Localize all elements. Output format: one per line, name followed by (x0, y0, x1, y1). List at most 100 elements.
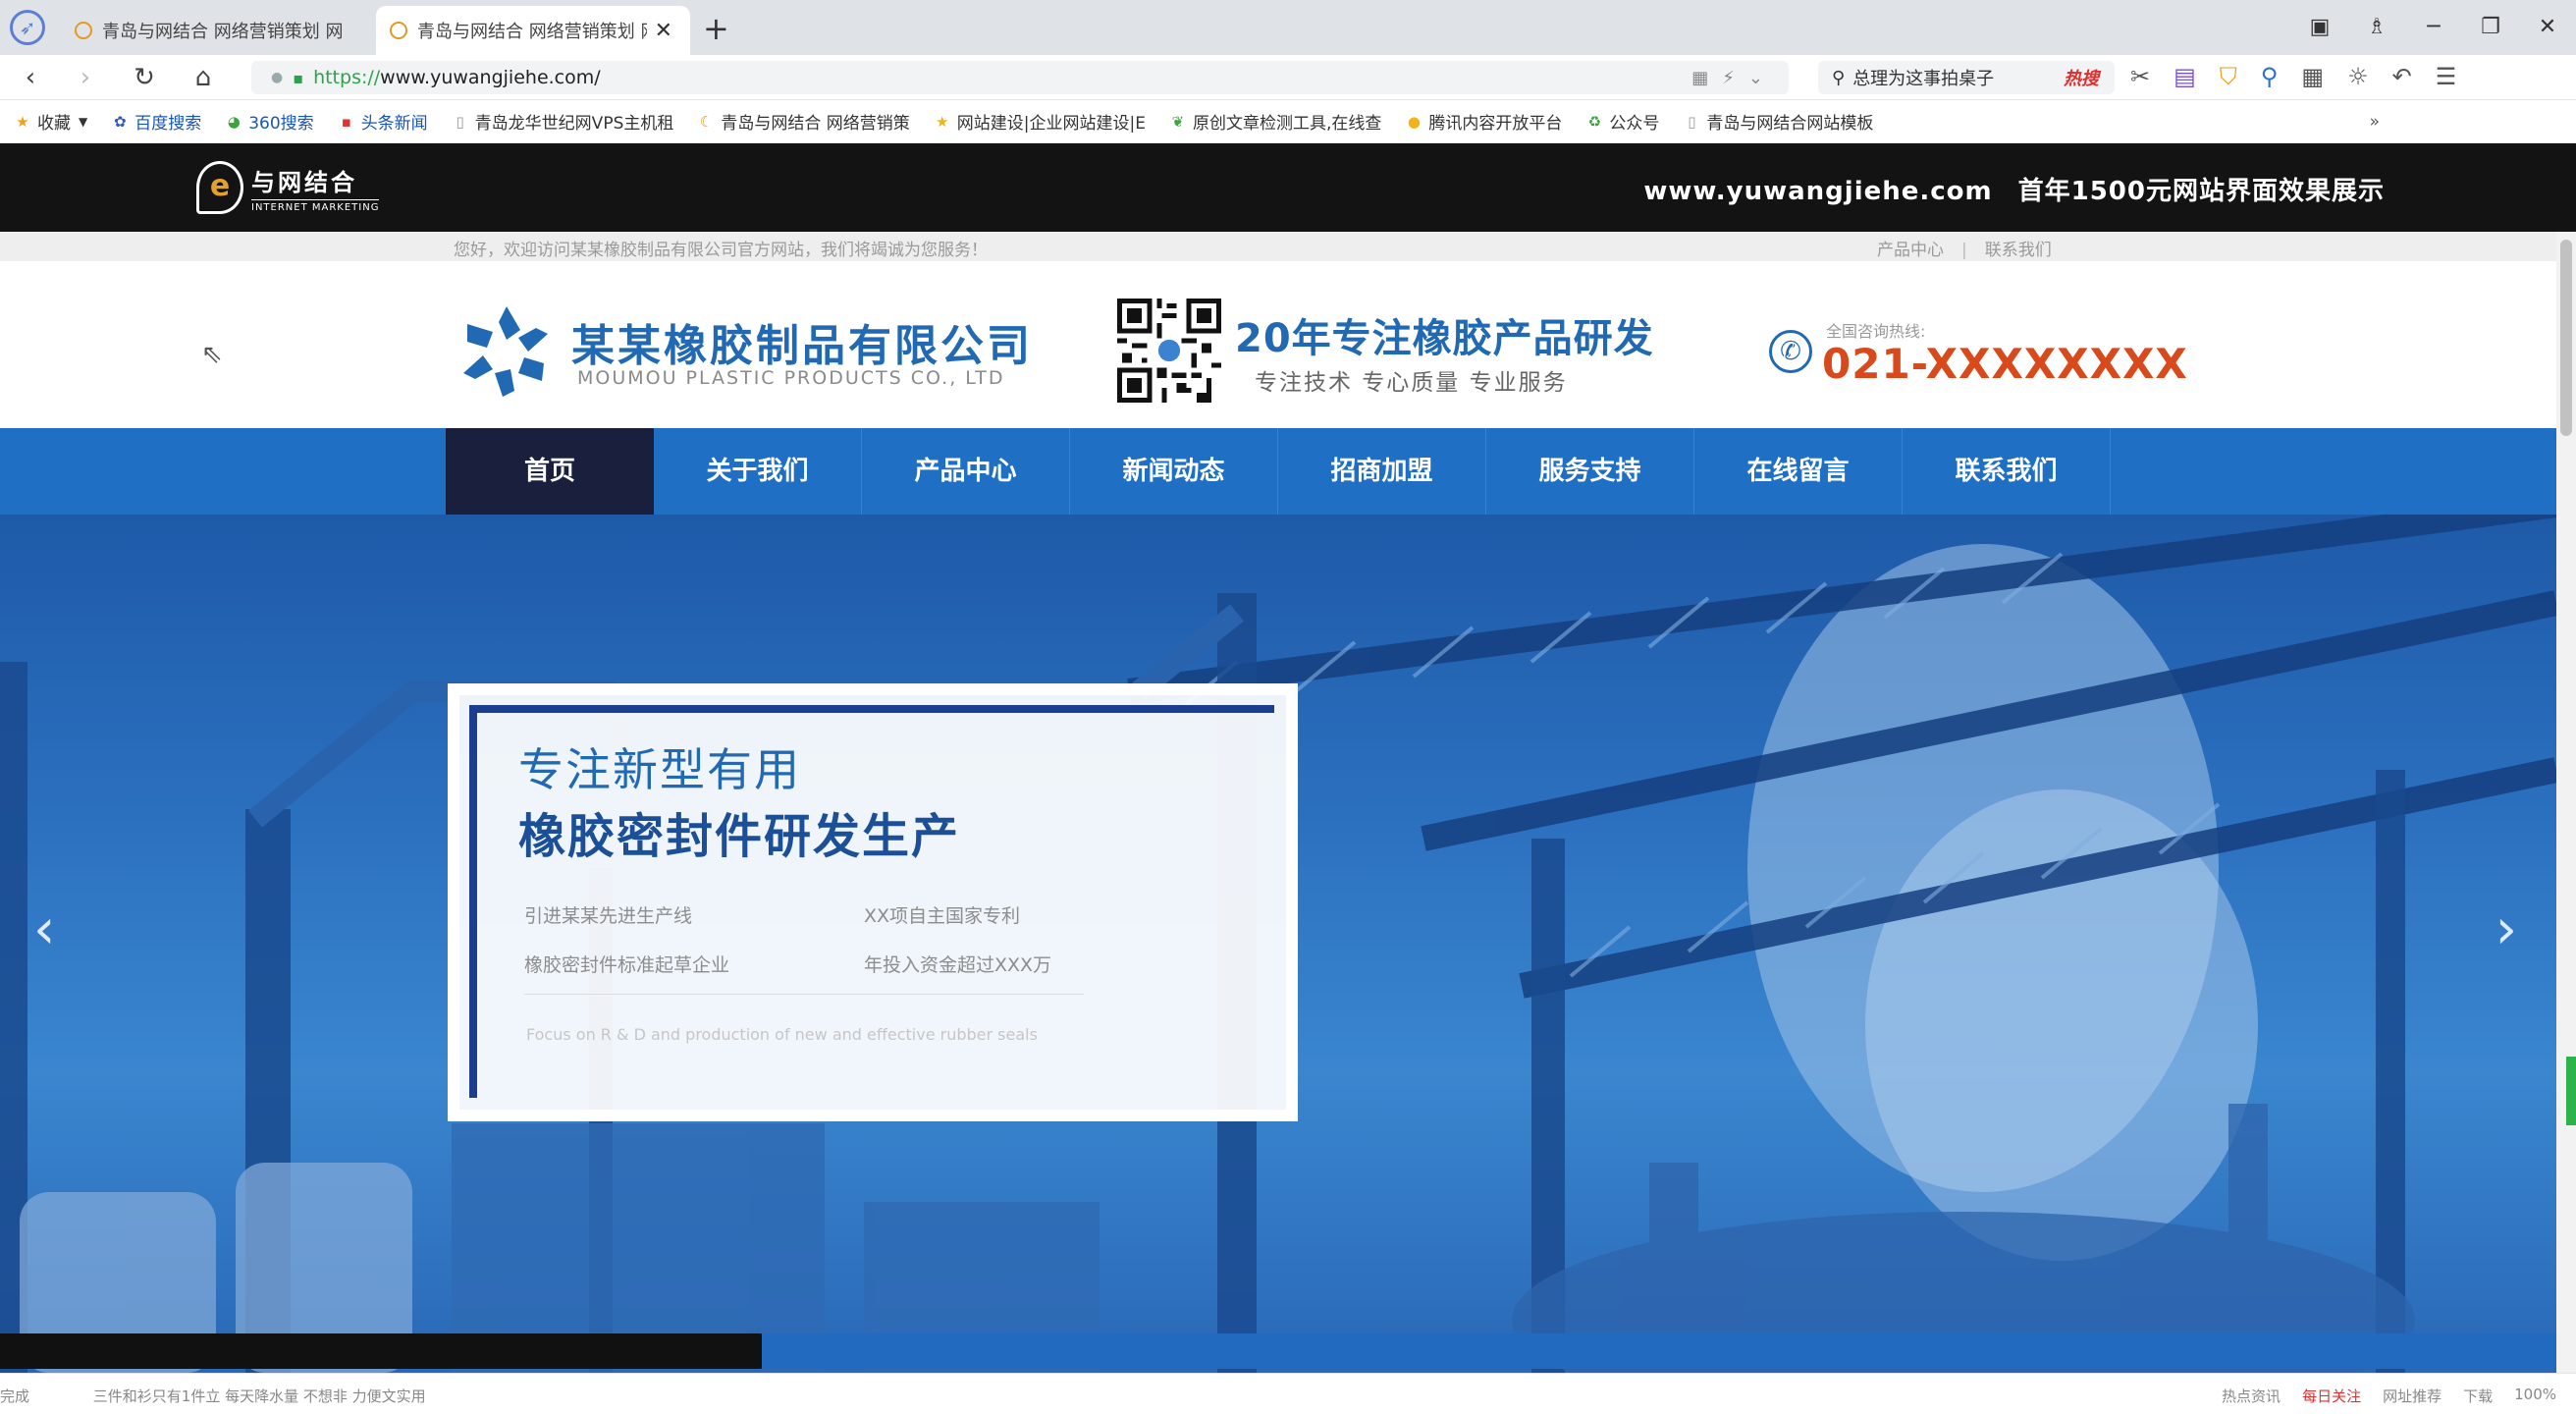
bookmark-vps[interactable]: ▯ 青岛龙华世纪网VPS主机租 (452, 109, 674, 135)
tab-count-icon[interactable]: ▣ (2291, 10, 2348, 45)
toolbar-icons: ✂ ▤ ⛉ ⚲ ▦ ☼ ↶ ☰ (2130, 63, 2456, 90)
hero-slider: ‹ › 专注新型有用 橡胶密封件研发生产 引进某某先进生产线 XX项自主国家专利… (0, 515, 2556, 1373)
company-logo-icon[interactable] (454, 300, 560, 403)
page-scrollbar[interactable] (2556, 232, 2576, 1373)
browser-tab-1[interactable]: 青岛与网结合 网络营销策划 网 (61, 6, 375, 55)
yuwang-logo[interactable]: e 与网结合 INTERNET MARKETING (196, 161, 380, 214)
company-english-name: MOUMOU PLASTIC PRODUCTS CO., LTD (577, 367, 1005, 389)
bookmark-original-check[interactable]: ❦ 原创文章检测工具,在线查 (1169, 109, 1382, 135)
status-item-hot-news[interactable]: 热点资讯 (2222, 1386, 2281, 1406)
welcome-text: 您好，欢迎访问某某橡胶制品有限公司官方网站，我们将竭诚为您服务！ (454, 241, 988, 260)
360-icon: ◕ (227, 112, 241, 131)
top-link-products[interactable]: 产品中心 (1877, 241, 1944, 260)
url-host: www.yuwangjiehe.com/ (380, 67, 601, 88)
status-item-recommend[interactable]: 网址推荐 (2383, 1386, 2442, 1406)
status-item-download[interactable]: 下载 (2463, 1386, 2493, 1406)
bell-icon: ● (1407, 112, 1421, 131)
search-input[interactable]: ⚲ 总理为这事拍桌子 热搜 (1818, 61, 2115, 94)
nav-item-products[interactable]: 产品中心 (862, 428, 1070, 515)
bookmark-toutiao[interactable]: ▪ 头条新闻 (338, 109, 428, 135)
scissors-icon[interactable]: ✂ (2130, 63, 2150, 90)
nav-item-contact[interactable]: 联系我们 (1903, 428, 2111, 515)
status-label: 完成 (0, 1387, 30, 1405)
top-link-contact[interactable]: 联系我们 (1985, 241, 2052, 260)
window-controls: ▣ ♗ ─ ❐ ✕ (2291, 10, 2576, 45)
hero-point-1: 引进某某先进生产线 (524, 905, 693, 927)
shirt-skin-icon[interactable]: ♗ (2348, 10, 2405, 45)
qr-code-image (1117, 299, 1221, 403)
menu-icon[interactable]: ☰ (2436, 63, 2457, 90)
status-item-zoom[interactable]: 100% (2514, 1386, 2556, 1406)
news-icon: ▪ (341, 112, 351, 131)
nav-item-about[interactable]: 关于我们 (654, 428, 862, 515)
close-window-button[interactable]: ✕ (2519, 10, 2576, 45)
minimize-button[interactable]: ─ (2405, 10, 2462, 45)
restore-button[interactable]: ❐ (2462, 10, 2519, 45)
bookmark-tencent[interactable]: ● 腾讯内容开放平台 (1405, 109, 1563, 135)
bookmark-wechat[interactable]: ♻ 公众号 (1585, 109, 1660, 135)
new-tab-button[interactable]: + (703, 10, 729, 47)
leaf-icon: ❦ (1171, 112, 1185, 131)
browser-tab-2[interactable]: 青岛与网结合 网络营销策划 网 ✕ (376, 6, 690, 55)
status-left: 完成 三件和衫只有1件立 每天降水量 不想非 力便文实用 (0, 1386, 426, 1406)
nav-item-news[interactable]: 新闻动态 (1070, 428, 1278, 515)
site-icon: ☾ (699, 112, 714, 131)
bookmark-yuwang[interactable]: ☾ 青岛与网结合 网络营销策 (697, 109, 910, 135)
close-tab-icon[interactable]: ✕ (655, 19, 672, 43)
nav-item-franchise[interactable]: 招商加盟 (1278, 428, 1486, 515)
status-item-daily[interactable]: 每日关注 (2302, 1386, 2361, 1406)
card-divider (524, 994, 1084, 995)
browser-tab-bar: ➶ 青岛与网结合 网络营销策划 网 青岛与网结合 网络营销策划 网 ✕ + ▣ … (0, 0, 2576, 55)
hero-headline-1: 专注新型有用 (518, 743, 801, 796)
nav-item-message[interactable]: 在线留言 (1694, 428, 1903, 515)
site-favicon-icon (390, 22, 407, 39)
hero-point-3: 橡胶密封件标准起草企业 (524, 954, 730, 976)
site-header: 某某橡胶制品有限公司 MOUMOU PLASTIC PRODUCTS CO., … (0, 261, 2556, 428)
bookmark-360[interactable]: ◕ 360搜索 (225, 109, 314, 135)
slider-progress-bar (0, 1333, 2556, 1369)
address-bar-tools[interactable]: ▦⚡⌄ (1691, 68, 1777, 88)
magnifier-icon[interactable]: ⚲ (2261, 63, 2279, 90)
e-logo-icon: e (196, 161, 243, 214)
forward-button[interactable]: › (69, 61, 102, 94)
shield-guard-icon[interactable]: ⛉ (2220, 63, 2237, 90)
url-scheme: https:// (313, 67, 381, 88)
site-favicon-icon (75, 22, 92, 39)
tab-title: 青岛与网结合 网络营销策划 网 (417, 22, 647, 42)
hero-headline-2: 橡胶密封件研发生产 (518, 809, 961, 864)
browser-navigation-bar: ‹ › ↻ ⌂ ● ▪ https:// www.yuwangjiehe.com… (0, 55, 2576, 100)
bookmark-webbuild[interactable]: ★ 网站建设|企业网站建设|E (934, 109, 1146, 135)
address-bar[interactable]: ● ▪ https:// www.yuwangjiehe.com/ ▦⚡⌄ (251, 61, 1789, 94)
reload-button[interactable]: ↻ (128, 61, 161, 94)
nav-item-home[interactable]: 首页 (446, 428, 654, 515)
scrollbar-thumb[interactable] (2560, 240, 2572, 436)
slider-prev-button[interactable]: ‹ (33, 897, 55, 961)
hot-search-badge[interactable]: 热搜 (2064, 65, 2099, 90)
translate-icon[interactable]: ▤ (2174, 63, 2196, 90)
browser-status-bar: 完成 三件和衫只有1件立 每天降水量 不想非 力便文实用 热点资讯 每日关注 网… (0, 1373, 2576, 1414)
status-ticker[interactable]: 三件和衫只有1件立 每天降水量 不想非 力便文实用 (93, 1387, 426, 1405)
brand-name: 与网结合 (251, 168, 357, 196)
bookmark-templates[interactable]: ▯ 青岛与网结合网站模板 (1683, 109, 1873, 135)
site-top-strip: 您好，欢迎访问某某橡胶制品有限公司官方网站，我们将竭诚为您服务！ 产品中心 | 联系… (0, 232, 2556, 261)
bookmarks-more-button[interactable]: » (2370, 112, 2380, 132)
apps-grid-icon[interactable]: ▦ (2301, 63, 2324, 90)
bookmark-favorites[interactable]: ★ 收藏 ▼ (14, 109, 87, 135)
hotline-number[interactable]: 021-XXXXXXXX (1822, 340, 2188, 388)
browser-logo-icon[interactable]: ➶ (10, 10, 45, 45)
bookmark-baidu[interactable]: ✿ 百度搜索 (111, 109, 201, 135)
back-button[interactable]: ‹ (14, 61, 47, 94)
slider-next-button[interactable]: › (2496, 897, 2517, 961)
hero-english-text: Focus on R & D and production of new and… (526, 1025, 1038, 1044)
banner-text: www.yuwangjiehe.com 首年1500元网站界面效果展示 (1643, 171, 2385, 207)
promo-banner: e 与网结合 INTERNET MARKETING www.yuwangjieh… (0, 143, 2576, 232)
side-green-marker (2566, 1057, 2576, 1125)
hero-point-4: 年投入资金超过XXX万 (864, 954, 1052, 976)
slogan-sub: 专注技术 专心质量 专业服务 (1255, 370, 1568, 396)
nav-item-service[interactable]: 服务支持 (1486, 428, 1694, 515)
main-navigation: 首页 关于我们 产品中心 新闻动态 招商加盟 服务支持 在线留言 联系我们 (0, 428, 2556, 515)
status-right-items: 热点资讯 每日关注 网址推荐 下载 100% (2222, 1386, 2556, 1406)
home-button[interactable]: ⌂ (187, 61, 220, 94)
brightness-icon[interactable]: ☼ (2347, 63, 2369, 90)
undo-icon[interactable]: ↶ (2392, 63, 2412, 90)
